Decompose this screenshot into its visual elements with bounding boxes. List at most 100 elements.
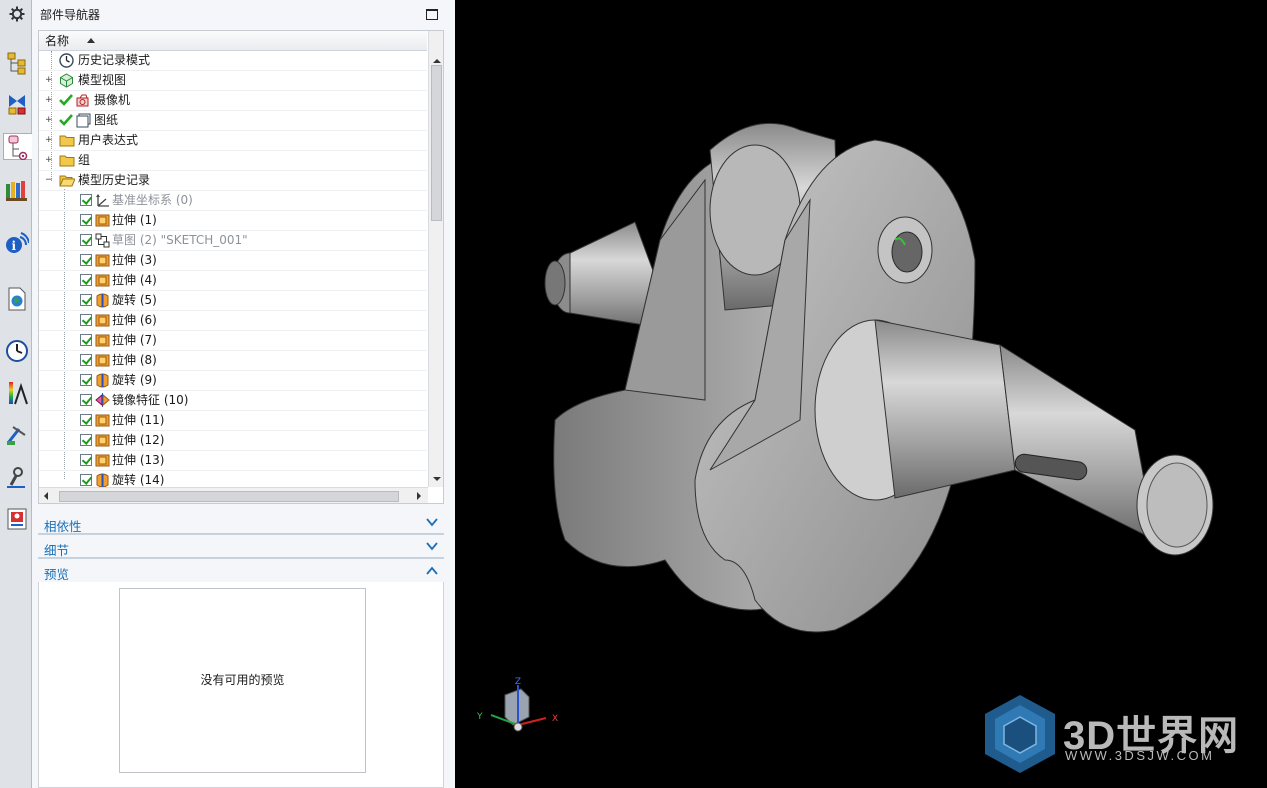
- manufacturing-wizard-icon[interactable]: [3, 464, 30, 491]
- feature-row[interactable]: 拉伸 (1): [39, 211, 427, 231]
- drawing-sheet-icon: [76, 113, 91, 128]
- feature-row[interactable]: 拉伸 (12): [39, 431, 427, 451]
- tree-node-history-mode[interactable]: 历史记录模式: [39, 51, 427, 71]
- feature-label: 旋转 (5): [112, 293, 157, 307]
- tree-node-groups[interactable]: + 组: [39, 151, 427, 171]
- feature-label: 拉伸 (8): [112, 353, 157, 367]
- section-preview[interactable]: 预览: [38, 561, 444, 583]
- tree-vertical-scrollbar[interactable]: [428, 31, 443, 487]
- navigator-title: 部件导航器: [40, 8, 101, 22]
- section-dependencies[interactable]: 相依性: [38, 513, 444, 535]
- scrollbar-thumb[interactable]: [431, 65, 442, 221]
- feature-visibility-checkbox[interactable]: [80, 334, 92, 346]
- feature-visibility-checkbox[interactable]: [80, 454, 92, 466]
- history-icon[interactable]: [3, 337, 30, 364]
- feature-row[interactable]: 拉伸 (4): [39, 271, 427, 291]
- chevron-down-icon[interactable]: [426, 542, 438, 551]
- tree-node-model-views[interactable]: + 模型视图: [39, 71, 427, 91]
- chevron-up-icon[interactable]: [426, 566, 438, 575]
- expand-plus-icon[interactable]: +: [45, 76, 53, 85]
- feature-visibility-checkbox[interactable]: [80, 194, 92, 206]
- scroll-right-arrow-icon[interactable]: [417, 492, 421, 500]
- process-studio-icon[interactable]: [3, 421, 30, 448]
- chevron-down-icon[interactable]: [426, 518, 438, 527]
- feature-visibility-checkbox[interactable]: [80, 214, 92, 226]
- crankshaft-model[interactable]: [455, 0, 1267, 788]
- tree-horizontal-scrollbar[interactable]: [39, 487, 428, 503]
- scroll-left-arrow-icon[interactable]: [44, 492, 48, 500]
- feature-visibility-checkbox[interactable]: [80, 314, 92, 326]
- feature-label: 镜像特征 (10): [112, 393, 189, 407]
- feature-visibility-checkbox[interactable]: [80, 234, 92, 246]
- green-checkmark-icon[interactable]: [59, 93, 73, 107]
- expand-plus-icon[interactable]: +: [45, 116, 53, 125]
- feature-row[interactable]: 拉伸 (11): [39, 411, 427, 431]
- feature-visibility-checkbox[interactable]: [80, 294, 92, 306]
- resource-bar: i: [0, 0, 32, 788]
- expand-plus-icon[interactable]: +: [45, 96, 53, 105]
- revolve-icon: [95, 293, 110, 308]
- collapse-minus-icon[interactable]: −: [45, 176, 53, 185]
- navigator-tree: 名称 历史记录模式 + 模型视图 + 摄像机 + 图纸 + 用户表达式 + 组 …: [38, 30, 444, 504]
- folder-icon: [59, 133, 75, 148]
- expand-plus-icon[interactable]: +: [45, 156, 53, 165]
- column-header-label: 名称: [45, 34, 70, 48]
- feature-row[interactable]: 草图 (2) "SKETCH_001": [39, 231, 427, 251]
- tree-node-cameras[interactable]: + 摄像机: [39, 91, 427, 111]
- constraint-navigator-icon[interactable]: [3, 90, 30, 117]
- extrude-icon: [95, 313, 110, 328]
- folder-open-icon: [59, 173, 76, 188]
- expand-plus-icon[interactable]: +: [45, 136, 53, 145]
- green-checkmark-icon[interactable]: [59, 113, 73, 127]
- tree-node-user-expressions[interactable]: + 用户表达式: [39, 131, 427, 151]
- clock-icon: [59, 53, 74, 68]
- tree-node-label: 模型历史记录: [78, 173, 151, 187]
- tree-node-label: 组: [78, 153, 91, 167]
- feature-row[interactable]: 拉伸 (6): [39, 311, 427, 331]
- assembly-navigator-icon[interactable]: [3, 49, 30, 76]
- extrude-icon: [95, 353, 110, 368]
- feature-visibility-checkbox[interactable]: [80, 474, 92, 486]
- column-header-name[interactable]: 名称: [39, 31, 427, 51]
- reuse-library-icon[interactable]: [3, 176, 30, 203]
- feature-row[interactable]: 旋转 (9): [39, 371, 427, 391]
- gear-icon[interactable]: [3, 0, 30, 27]
- feature-row[interactable]: 拉伸 (13): [39, 451, 427, 471]
- feature-row[interactable]: 拉伸 (3): [39, 251, 427, 271]
- extrude-icon: [95, 333, 110, 348]
- scroll-down-arrow-icon[interactable]: [433, 477, 441, 481]
- feature-visibility-checkbox[interactable]: [80, 274, 92, 286]
- maximize-icon[interactable]: [426, 9, 438, 20]
- feature-visibility-checkbox[interactable]: [80, 254, 92, 266]
- sort-ascending-icon: [87, 38, 95, 43]
- feature-row[interactable]: 基准坐标系 (0): [39, 191, 427, 211]
- watermark-logo-icon: [985, 695, 1055, 773]
- scroll-up-arrow-icon[interactable]: [433, 59, 441, 63]
- tree-node-drawing-sheets[interactable]: + 图纸: [39, 111, 427, 131]
- section-details[interactable]: 细节: [38, 537, 444, 559]
- tree-node-label: 历史记录模式: [78, 53, 151, 67]
- graphics-viewport[interactable]: Z X Y 3D世界网 WWW.3DSJW.COM: [455, 0, 1267, 788]
- feature-row[interactable]: 拉伸 (7): [39, 331, 427, 351]
- feature-visibility-checkbox[interactable]: [80, 374, 92, 386]
- system-materials-icon[interactable]: [3, 379, 30, 406]
- feature-visibility-checkbox[interactable]: [80, 434, 92, 446]
- part-navigator-icon[interactable]: [3, 133, 32, 160]
- hd3d-tools-icon[interactable]: i: [3, 229, 30, 256]
- feature-visibility-checkbox[interactable]: [80, 394, 92, 406]
- tree-node-label: 模型视图: [78, 73, 127, 87]
- feature-row[interactable]: 拉伸 (8): [39, 351, 427, 371]
- extrude-icon: [95, 413, 110, 428]
- feature-row[interactable]: 旋转 (5): [39, 291, 427, 311]
- scrollbar-thumb[interactable]: [59, 491, 399, 502]
- extrude-icon: [95, 213, 110, 228]
- web-browser-icon[interactable]: [3, 285, 30, 312]
- roles-icon[interactable]: [3, 505, 30, 532]
- feature-visibility-checkbox[interactable]: [80, 354, 92, 366]
- feature-row[interactable]: 镜像特征 (10): [39, 391, 427, 411]
- feature-label: 拉伸 (12): [112, 433, 165, 447]
- triad-z-label: Z: [515, 677, 521, 687]
- extrude-icon: [95, 433, 110, 448]
- tree-node-model-history[interactable]: − 模型历史记录: [39, 171, 427, 191]
- feature-visibility-checkbox[interactable]: [80, 414, 92, 426]
